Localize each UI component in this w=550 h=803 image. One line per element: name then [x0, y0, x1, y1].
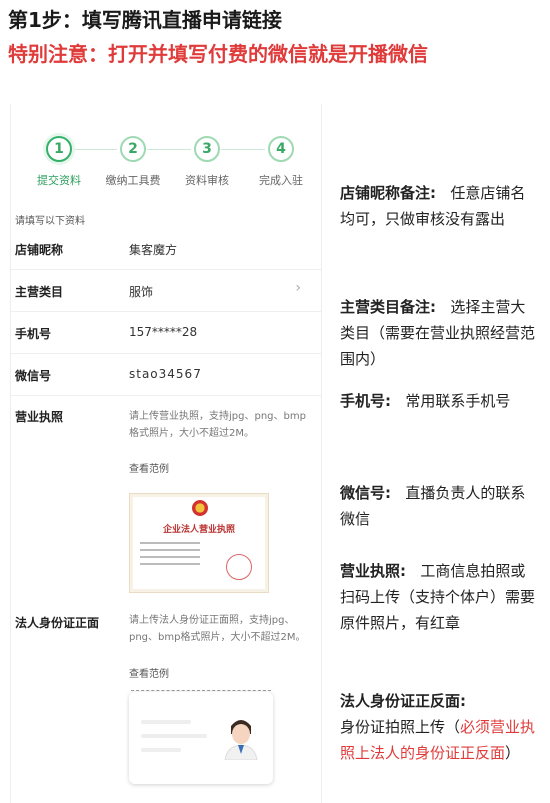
wechat-value[interactable]: stao34567 [129, 367, 202, 381]
note-phone: 手机号: 常用联系手机号 [340, 388, 540, 414]
field-label: 营业执照 [15, 410, 64, 424]
license-text-lines [140, 542, 200, 570]
step-label: 资料审核 [185, 174, 229, 187]
category-value[interactable]: 服饰 [129, 283, 153, 300]
note-wechat: 微信号: 直播负责人的联系微信 [340, 480, 540, 532]
field-label: 微信号 [15, 369, 52, 383]
step-label: 缴纳工具费 [105, 174, 161, 187]
field-label: 店铺昵称 [15, 243, 64, 257]
note-category: 主营类目备注: 选择主营大类目（需要在营业执照经营范围内） [340, 294, 540, 372]
note-title: 店铺昵称备注: [340, 184, 436, 202]
id-card-upload-field: 法人身份证正面 请上传法人身份证正面照，支持jpg、png、bmp格式照片，大小… [11, 604, 321, 694]
note-body: 常用联系手机号 [405, 392, 511, 410]
note-title: 微信号: [340, 484, 391, 502]
step-number: 2 [120, 136, 146, 162]
step-submit: 1 提交资料 [19, 132, 99, 188]
step-complete: 4 完成入驻 [241, 132, 321, 188]
id-card-example-image[interactable] [129, 692, 273, 784]
phone-field[interactable]: 手机号 157*****28 [11, 312, 321, 354]
license-image-title: 企业法人营业执照 [162, 525, 235, 535]
phone-value[interactable]: 157*****28 [129, 325, 197, 339]
id-card-upload-hint: 请上传法人身份证正面照，支持jpg、png、bmp格式照片，大小不超过2M。 [129, 615, 306, 643]
card-text-line [141, 748, 181, 752]
progress-steps: 1 提交资料 2 缴纳工具费 3 资料审核 4 完成入驻 [11, 132, 321, 192]
note-title: 手机号: [340, 392, 391, 410]
license-example-image[interactable]: 企业法人营业执照 [129, 493, 269, 593]
step-label: 完成入驻 [259, 174, 303, 187]
application-form-screenshot: 1 提交资料 2 缴纳工具费 3 资料审核 4 完成入驻 请填写以下资料 店铺昵… [10, 104, 322, 803]
note-license: 营业执照: 工商信息拍照或扫码上传（支持个体户）需要原件照片，有红章 [340, 558, 540, 636]
person-avatar-icon [224, 720, 258, 760]
field-label: 法人身份证正面 [15, 616, 100, 630]
national-emblem-icon [192, 500, 208, 516]
chevron-right-icon[interactable]: › [295, 280, 301, 296]
red-stamp-icon [226, 554, 252, 580]
note-id-card: 法人身份证正反面: 身份证拍照上传（必须营业执照上法人的身份证正反面） [340, 688, 540, 766]
note-title: 营业执照: [340, 562, 406, 580]
wechat-field[interactable]: 微信号 stao34567 [11, 354, 321, 396]
note-title: 法人身份证正反面: [340, 692, 466, 710]
view-example-link[interactable]: 查看范例 [129, 665, 169, 680]
step-number: 4 [268, 136, 294, 162]
warning-heading: 特别注意：打开并填写付费的微信就是开播微信 [8, 42, 428, 66]
shop-name-field[interactable]: 店铺昵称 集客魔方 [11, 228, 321, 270]
note-body-end: ） [505, 744, 521, 762]
step-label: 提交资料 [37, 174, 81, 187]
shop-name-value[interactable]: 集客魔方 [129, 241, 177, 258]
step-number: 1 [46, 136, 72, 162]
card-text-line [141, 720, 191, 724]
page-heading: 第1步：填写腾讯直播申请链接 [8, 8, 282, 32]
note-title: 主营类目备注: [340, 298, 436, 316]
note-body: 身份证拍照上传（ [340, 718, 461, 736]
category-field[interactable]: 主营类目 服饰 › [11, 270, 321, 312]
field-label: 手机号 [15, 327, 52, 341]
view-example-link[interactable]: 查看范例 [129, 460, 169, 475]
step-pay-fee: 2 缴纳工具费 [93, 132, 173, 188]
license-upload-hint: 请上传营业执照，支持jpg、png、bmp格式照片，大小不超过2M。 [129, 411, 306, 439]
step-number: 3 [194, 136, 220, 162]
divider [131, 690, 271, 691]
card-text-line [141, 734, 207, 738]
note-shop-name: 店铺昵称备注: 任意店铺名均可，只做审核没有露出 [340, 180, 540, 232]
step-review: 3 资料审核 [167, 132, 247, 188]
form-caption: 请填写以下资料 [15, 216, 85, 227]
field-label: 主营类目 [15, 285, 64, 299]
